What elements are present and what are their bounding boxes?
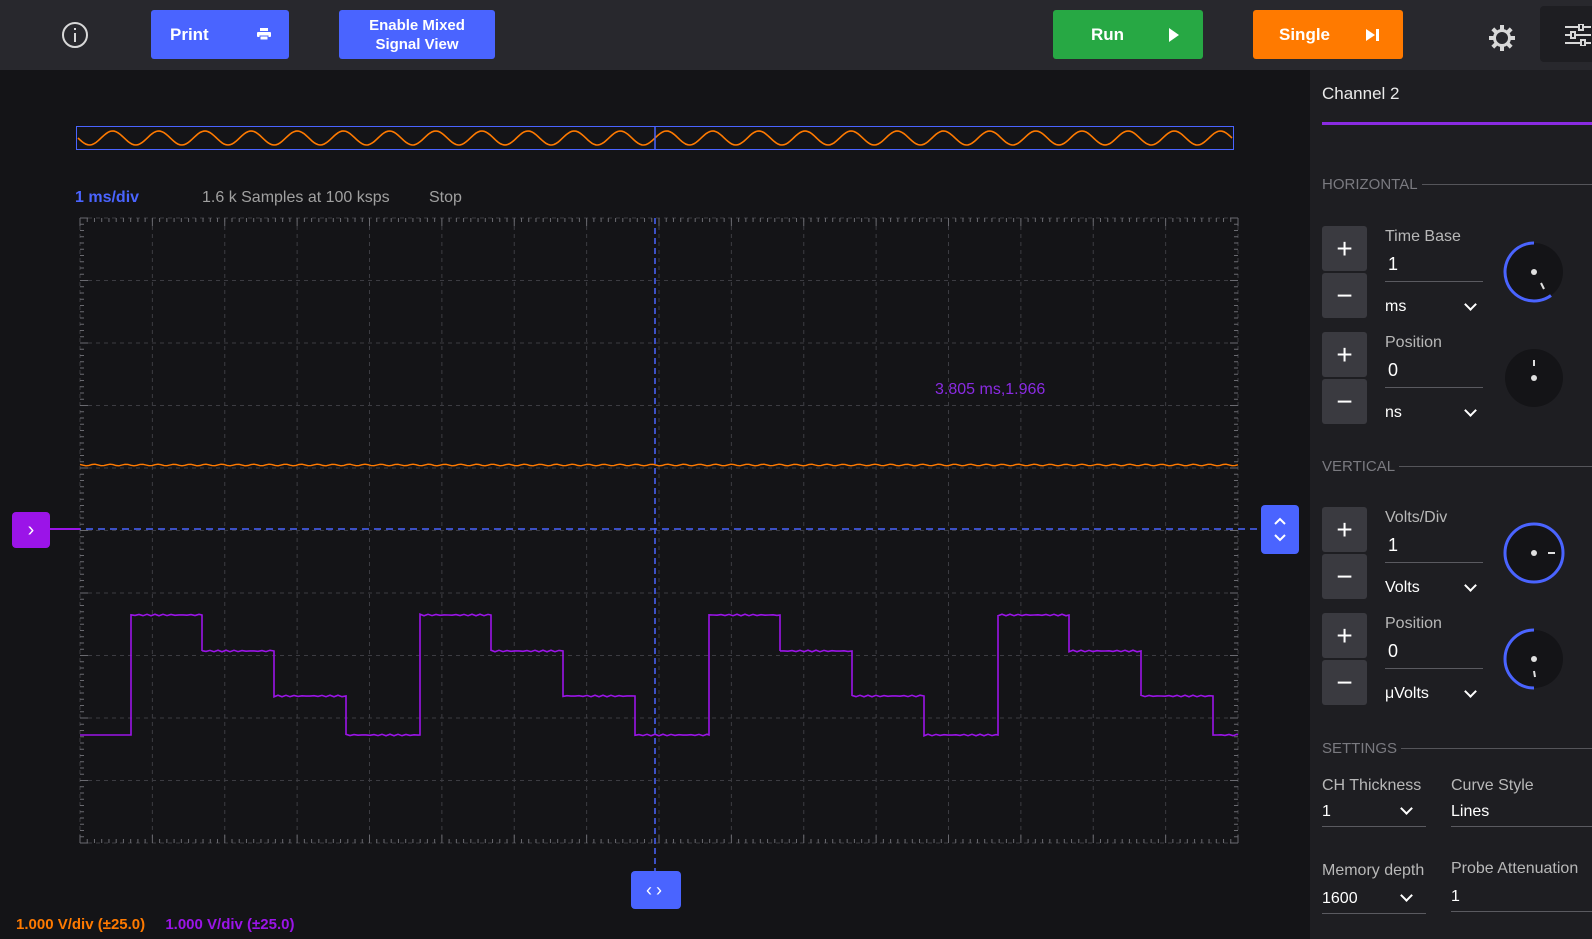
voltsdiv-knob[interactable]: [1502, 521, 1566, 585]
timebase-unit-select[interactable]: ms: [1385, 298, 1475, 316]
timebase-minus-button[interactable]: −: [1322, 273, 1367, 318]
vertical-section-title: VERTICAL: [1322, 458, 1592, 475]
voltsdiv-label: Volts/Div: [1385, 509, 1448, 526]
tab-channel-2[interactable]: Channel 2: [1322, 84, 1400, 104]
vposition-plus-button[interactable]: +: [1322, 613, 1367, 658]
channel-1-scale: 1.000 V/div (±25.0): [16, 916, 146, 933]
trigger-level-handle[interactable]: [1261, 505, 1299, 554]
settings-menu-button[interactable]: [1540, 6, 1592, 62]
curve-style-select[interactable]: Lines: [1451, 803, 1592, 827]
channel-settings-panel: Channel 2 HORIZONTAL + − Time Base 1 ms …: [1310, 70, 1592, 939]
channel-1-trace: [79, 463, 1239, 467]
channel-scales: 1.000 V/div (±25.0) 1.000 V/div (±25.0): [16, 916, 294, 933]
voltsdiv-plus-button[interactable]: +: [1322, 507, 1367, 552]
settings-section-title: SETTINGS: [1322, 740, 1592, 757]
voltsdiv-minus-button[interactable]: −: [1322, 554, 1367, 599]
tab-underline: [1322, 122, 1592, 125]
vposition-input[interactable]: 0: [1385, 641, 1483, 669]
timebase-label: Time Base: [1385, 228, 1461, 245]
hposition-unit-select[interactable]: ns: [1385, 404, 1475, 422]
cursor-readout: 3.805 ms,1.966: [935, 381, 1046, 398]
time-per-division: 1 ms/div: [75, 189, 140, 206]
chevron-left-right-icon: ‹›: [646, 879, 666, 900]
gear-icon[interactable]: [1488, 24, 1516, 52]
probe-attenuation-input[interactable]: 1: [1451, 888, 1592, 912]
probe-attenuation-label: Probe Attenuation: [1451, 860, 1579, 877]
timebase-knob[interactable]: [1502, 240, 1566, 304]
chevron-up-down-icon: [1274, 517, 1286, 542]
chevron-right-icon: ›: [27, 518, 35, 541]
voltsdiv-unit-select[interactable]: Volts: [1385, 579, 1475, 597]
curve-style-label: Curve Style: [1451, 777, 1534, 794]
vposition-label: Position: [1385, 615, 1442, 632]
step-icon: [1366, 29, 1379, 41]
channel-2-scale: 1.000 V/div (±25.0): [165, 916, 295, 933]
vposition-minus-button[interactable]: −: [1322, 660, 1367, 705]
hposition-plus-button[interactable]: +: [1322, 332, 1367, 377]
hposition-label: Position: [1385, 334, 1442, 351]
ch-thickness-label: CH Thickness: [1322, 777, 1422, 794]
horizontal-section-title: HORIZONTAL: [1322, 176, 1592, 193]
channel-offset-handle[interactable]: ›: [12, 512, 50, 548]
horizontal-position-handle[interactable]: ‹›: [631, 871, 681, 909]
timebase-input[interactable]: 1: [1385, 254, 1483, 282]
vposition-knob[interactable]: [1502, 627, 1566, 691]
sliders-icon: [1565, 24, 1591, 46]
sample-info: 1.6 k Samples at 100 ksps: [202, 189, 390, 206]
hposition-input[interactable]: 0: [1385, 360, 1483, 388]
vposition-unit-select[interactable]: μVolts: [1385, 685, 1475, 703]
hposition-minus-button[interactable]: −: [1322, 379, 1367, 424]
voltsdiv-input[interactable]: 1: [1385, 535, 1483, 563]
waveform-overview[interactable]: [76, 126, 1234, 150]
timebase-plus-button[interactable]: +: [1322, 226, 1367, 271]
hposition-knob[interactable]: [1502, 346, 1566, 410]
acquisition-state: Stop: [429, 189, 462, 206]
memory-depth-label: Memory depth: [1322, 862, 1425, 879]
